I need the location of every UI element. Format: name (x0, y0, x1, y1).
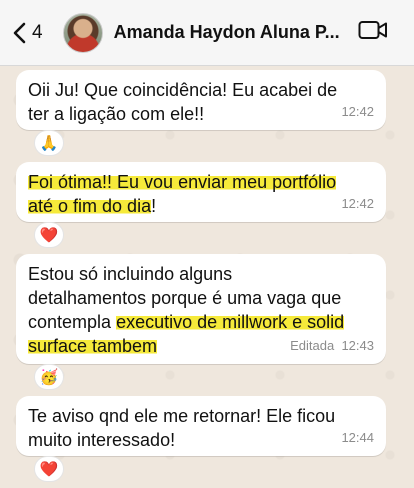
highlighted-text: surface tambem (28, 336, 158, 356)
message-text: Te aviso qnd ele me retornar! Ele ficou (28, 406, 336, 426)
contact-name[interactable]: Amanda Haydon Aluna P... (114, 22, 342, 43)
unread-count: 4 (32, 21, 43, 43)
reaction-badge[interactable]: 🙏 (34, 130, 64, 156)
message-bubble[interactable]: Oii Ju! Que coincidência! Eu acabei de t… (16, 70, 386, 130)
highlighted-text: até o fim do dia (28, 196, 152, 216)
message-text: muito interessado! (28, 430, 176, 450)
message-time: Editada 12:43 (290, 334, 374, 358)
message-bubble[interactable]: Te aviso qnd ele me retornar! Ele ficou … (16, 396, 386, 456)
highlighted-text: Foi ótima!! Eu vou enviar meu portfólio (28, 172, 337, 192)
reaction-badge[interactable]: ❤️ (34, 456, 64, 482)
message-text: ter a ligação com ele!! (28, 104, 205, 124)
heart-icon: ❤️ (39, 226, 59, 244)
reaction-badge[interactable]: 🥳 (34, 364, 64, 390)
message-text: Estou só incluindo alguns (28, 264, 233, 284)
chevron-left-icon (12, 22, 26, 44)
back-button[interactable]: 4 (12, 22, 43, 44)
avatar[interactable] (62, 12, 103, 53)
highlighted-text: executivo de millwork e solid (116, 312, 345, 332)
message-time-value: 12:43 (341, 338, 374, 353)
message-time: 12:42 (341, 196, 374, 211)
reaction-badge[interactable]: ❤️ (34, 222, 64, 248)
partying-face-icon: 🥳 (39, 368, 59, 386)
message-text: contempla (28, 312, 117, 332)
message-text: detalhamentos porque é uma vaga que (28, 288, 342, 308)
video-call-icon[interactable] (358, 20, 388, 45)
message-text: ! (151, 196, 157, 216)
message-text: Oii Ju! Que coincidência! Eu acabei de (28, 80, 338, 100)
message-bubble[interactable]: Estou só incluindo alguns detalhamentos … (16, 254, 386, 364)
praying-hands-icon: 🙏 (39, 134, 59, 152)
message-time: 12:44 (341, 430, 374, 445)
chat-header: 4 Amanda Haydon Aluna P... (0, 0, 414, 66)
heart-icon: ❤️ (39, 460, 59, 478)
message-bubble[interactable]: Foi ótima!! Eu vou enviar meu portfólio … (16, 162, 386, 222)
edited-label: Editada (290, 338, 335, 353)
message-time: 12:42 (341, 104, 374, 119)
